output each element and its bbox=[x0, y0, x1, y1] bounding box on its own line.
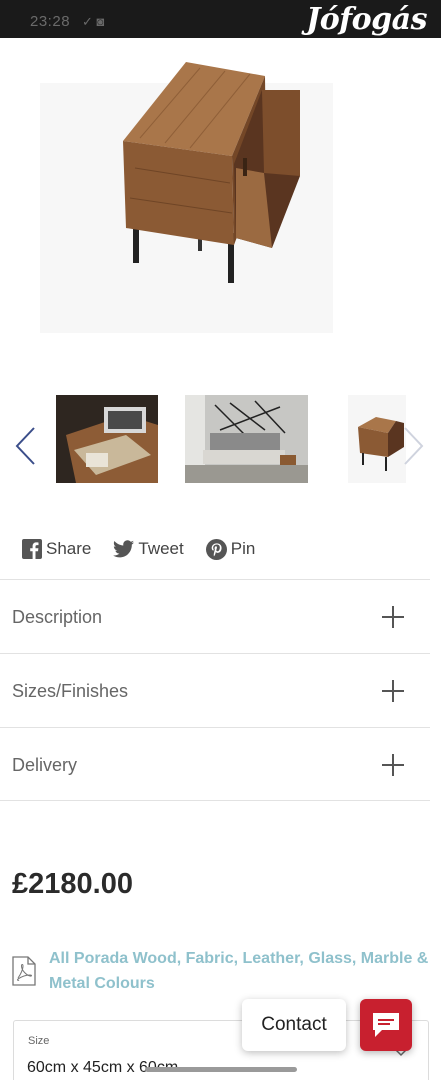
pdf-file-icon bbox=[12, 956, 36, 986]
thumbnail-3-image bbox=[348, 395, 406, 483]
thumbnail-2-image bbox=[185, 395, 308, 483]
accordion-description[interactable]: Description bbox=[0, 579, 430, 653]
twitter-icon bbox=[113, 540, 135, 558]
thumbnail-2[interactable] bbox=[185, 395, 308, 483]
thumbnail-carousel bbox=[0, 390, 441, 490]
accordion-delivery[interactable]: Delivery bbox=[0, 727, 430, 801]
product-price: £2180.00 bbox=[12, 868, 133, 900]
twitter-share-button[interactable]: Tweet bbox=[113, 539, 184, 559]
plus-icon[interactable] bbox=[382, 606, 404, 628]
accordion-sizes-finishes-label: Sizes/Finishes bbox=[12, 681, 129, 701]
product-main-image[interactable] bbox=[0, 38, 441, 368]
share-bar: Share Tweet Pin bbox=[22, 536, 277, 562]
facebook-share-button[interactable]: Share bbox=[22, 539, 91, 559]
plus-icon[interactable] bbox=[382, 754, 404, 776]
colours-link-text[interactable]: All Porada Wood, Fabric, Leather, Glass,… bbox=[49, 946, 434, 996]
contact-button[interactable]: Contact bbox=[242, 999, 346, 1051]
product-info-accordion: Description Sizes/Finishes Delivery bbox=[0, 579, 430, 801]
brand-logo[interactable]: Jófogás bbox=[306, 2, 427, 37]
pinterest-share-button[interactable]: Pin bbox=[205, 538, 256, 560]
pinterest-icon bbox=[205, 538, 227, 560]
contact-button-label: Contact bbox=[261, 1014, 327, 1035]
accordion-sizes-finishes[interactable]: Sizes/Finishes bbox=[0, 653, 430, 727]
bedside-table-illustration bbox=[123, 62, 300, 283]
pinterest-share-label: Pin bbox=[230, 539, 256, 558]
status-icons: ✓ ◙ bbox=[82, 14, 105, 29]
thumbnail-3[interactable] bbox=[348, 395, 406, 483]
home-indicator bbox=[145, 1067, 297, 1072]
status-bar: 23:28 ✓ ◙ Jófogás bbox=[0, 0, 441, 38]
thumbnail-1[interactable] bbox=[56, 395, 158, 483]
colours-pdf-link[interactable]: All Porada Wood, Fabric, Leather, Glass,… bbox=[12, 946, 432, 996]
status-time: 23:28 bbox=[30, 13, 71, 30]
chat-button[interactable] bbox=[360, 999, 412, 1051]
accordion-delivery-label: Delivery bbox=[12, 755, 78, 775]
chat-bubble-icon bbox=[373, 1013, 399, 1037]
twitter-share-label: Tweet bbox=[138, 539, 184, 558]
facebook-share-label: Share bbox=[46, 539, 92, 558]
chevron-right-icon[interactable] bbox=[403, 426, 425, 466]
accordion-description-label: Description bbox=[12, 607, 103, 627]
size-select-label: Size bbox=[28, 1035, 50, 1047]
facebook-icon bbox=[22, 539, 42, 559]
chevron-left-icon[interactable] bbox=[14, 426, 36, 466]
thumbnail-1-image bbox=[56, 395, 158, 483]
plus-icon[interactable] bbox=[382, 680, 404, 702]
